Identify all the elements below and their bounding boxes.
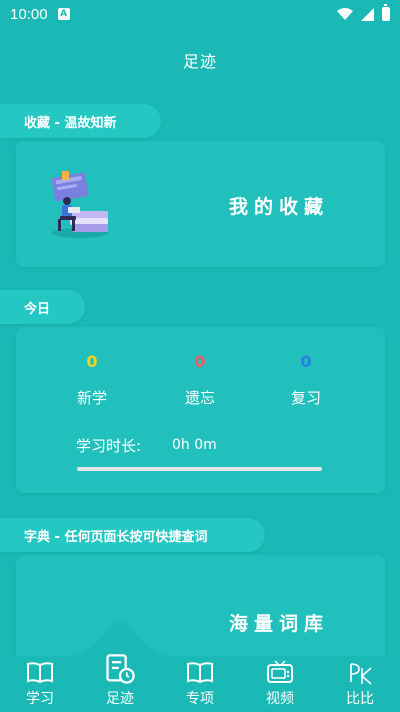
signal-icon	[361, 7, 374, 21]
today-card: 0 0 0 新学 遗忘 复习 学习时长: 0h 0m	[16, 327, 385, 493]
dictionary-card-title: 海量词库	[229, 613, 330, 635]
stat-forget-label: 遗忘	[184, 389, 215, 407]
tab-study-label: 学习	[26, 691, 54, 707]
favorites-section-label: 收藏 - 温故知新	[0, 104, 161, 138]
stat-review-label: 复习	[290, 389, 321, 407]
favorites-card[interactable]: 我的收藏	[16, 141, 385, 267]
top-bar: 足迹	[0, 28, 400, 92]
tab-pk[interactable]: 比比	[320, 656, 400, 712]
tab-study[interactable]: 学习	[0, 656, 80, 712]
book-icon	[187, 662, 213, 684]
wifi-icon	[337, 8, 353, 20]
stat-review-value: 0	[300, 352, 312, 371]
stat-forget-value: 0	[194, 352, 206, 371]
footprint-icon	[106, 654, 135, 684]
dictionary-section-label: 字典 - 任何页面长按可快捷查词	[0, 518, 265, 552]
notification-icon: A	[57, 8, 70, 20]
status-bar: 10:00 A	[0, 0, 400, 28]
book-icon	[27, 662, 53, 684]
status-icons	[337, 4, 390, 21]
page-title: 足迹	[182, 52, 217, 71]
today-section-label: 今日	[0, 290, 85, 324]
pk-icon	[350, 663, 372, 685]
study-duration-value: 0h 0m	[172, 437, 217, 453]
tab-footprint[interactable]: 足迹	[80, 654, 160, 712]
tab-special[interactable]: 专项	[160, 656, 240, 712]
tab-special-label: 专项	[186, 691, 214, 707]
tv-icon	[267, 660, 293, 683]
stat-new-label: 新学	[76, 389, 107, 407]
stat-new-value: 0	[86, 352, 98, 371]
tab-video[interactable]: 视频	[240, 656, 320, 712]
bottom-tab-bar: 学习 足迹 专项 视频 比比	[0, 654, 400, 712]
status-time: 10:00	[10, 5, 48, 23]
study-illustration-icon	[51, 171, 108, 238]
battery-icon	[382, 4, 390, 21]
study-duration-label: 学习时长:	[76, 437, 142, 455]
tab-footprint-label: 足迹	[106, 691, 134, 707]
study-progress-bar	[77, 467, 322, 471]
tab-pk-video-label: 视频	[266, 691, 294, 707]
favorites-card-title: 我的收藏	[229, 196, 330, 218]
tab-pk-label: 比比	[346, 691, 374, 707]
